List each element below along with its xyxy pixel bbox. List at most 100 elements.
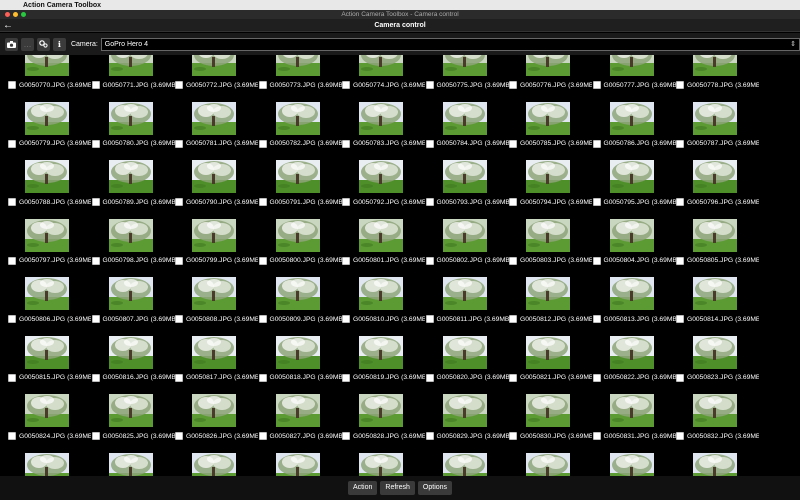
photo-thumbnail[interactable] (693, 218, 737, 252)
photo-thumbnail[interactable] (108, 160, 153, 193)
select-checkbox[interactable] (91, 256, 100, 265)
photo-item[interactable]: G0050792.JPG(3.69MB) (342, 160, 426, 219)
photo-item[interactable]: G0050813.JPG(3.69MB) (592, 277, 677, 336)
photo-item[interactable]: G0050799.JPG(3.69MB) (175, 218, 259, 278)
photo-thumbnail[interactable] (275, 452, 320, 476)
select-checkbox[interactable] (425, 198, 434, 206)
refresh-button[interactable]: Refresh (380, 481, 415, 495)
select-checkbox[interactable] (258, 256, 267, 265)
photo-item[interactable]: G0050823.JPG(3.69MB) (676, 335, 760, 395)
camera-icon[interactable] (5, 37, 18, 51)
photo-item[interactable]: G0050812.JPG(3.69MB) (509, 277, 593, 336)
photo-item[interactable]: G0050773.JPG(3.69MB) (258, 55, 343, 102)
select-checkbox[interactable] (592, 256, 601, 265)
photo-thumbnail[interactable] (442, 452, 487, 476)
photo-item[interactable]: G0050840.JPG(3.69MB) (593, 452, 677, 476)
photo-thumbnail[interactable] (609, 218, 654, 252)
photo-thumbnail[interactable] (108, 55, 153, 76)
photo-item[interactable]: G0050817.JPG(3.69MB) (175, 335, 259, 395)
select-checkbox[interactable] (509, 139, 517, 148)
photo-item[interactable]: G0050775.JPG(3.69MB) (425, 55, 510, 102)
select-checkbox[interactable] (676, 373, 684, 382)
select-checkbox[interactable] (342, 315, 350, 323)
photo-thumbnail[interactable] (526, 55, 570, 76)
select-checkbox[interactable] (342, 139, 350, 148)
photo-thumbnail[interactable] (609, 277, 654, 310)
photo-item[interactable]: G0050801.JPG(3.69MB) (342, 218, 426, 278)
photo-item[interactable]: G0050802.JPG(3.69MB) (425, 218, 510, 278)
select-checkbox[interactable] (91, 81, 100, 89)
select-checkbox[interactable] (8, 315, 16, 323)
photo-item[interactable]: G0050805.JPG(3.69MB) (676, 218, 760, 278)
photo-item[interactable]: G0050822.JPG(3.69MB) (592, 335, 677, 395)
more-icon[interactable]: … (20, 37, 34, 51)
select-checkbox[interactable] (175, 139, 183, 148)
photo-item[interactable]: G0050774.JPG(3.69MB) (342, 55, 426, 102)
select-checkbox[interactable] (8, 256, 16, 265)
photo-item[interactable]: G0050833.JPG(3.69MB) (8, 452, 92, 476)
photo-thumbnail[interactable] (108, 335, 153, 369)
select-checkbox[interactable] (509, 81, 517, 89)
photo-item[interactable]: G0050836.JPG(3.69MB) (259, 452, 343, 476)
select-checkbox[interactable] (592, 139, 601, 148)
photo-thumbnail[interactable] (526, 452, 570, 476)
photo-thumbnail[interactable] (609, 55, 654, 76)
photo-thumbnail[interactable] (442, 218, 487, 252)
photo-item[interactable]: G0050803.JPG(3.69MB) (509, 218, 593, 278)
photo-thumbnail[interactable] (108, 394, 153, 427)
select-checkbox[interactable] (425, 256, 434, 265)
photo-item[interactable]: G0050788.JPG(3.69MB) (8, 160, 92, 219)
select-checkbox[interactable] (592, 81, 601, 89)
select-checkbox[interactable] (175, 373, 183, 382)
photo-thumbnail[interactable] (442, 101, 487, 135)
photo-item[interactable]: G0050828.JPG(3.69MB) (342, 394, 426, 453)
photo-item[interactable]: G0050811.JPG(3.69MB) (425, 277, 510, 336)
select-checkbox[interactable] (258, 139, 267, 148)
photo-thumbnail[interactable] (275, 277, 320, 310)
select-checkbox[interactable] (258, 373, 267, 382)
photo-item[interactable]: G0050779.JPG(3.69MB) (8, 101, 92, 161)
photo-thumbnail[interactable] (108, 452, 153, 476)
select-checkbox[interactable] (175, 256, 183, 265)
photo-item[interactable]: G0050776.JPG(3.69MB) (509, 55, 593, 102)
photo-item[interactable]: G0050782.JPG(3.69MB) (258, 101, 343, 161)
photo-thumbnail[interactable] (25, 101, 69, 135)
select-checkbox[interactable] (676, 256, 684, 265)
select-checkbox[interactable] (425, 432, 434, 440)
photo-item[interactable]: G0050821.JPG(3.69MB) (509, 335, 593, 395)
photo-thumbnail[interactable] (693, 394, 737, 427)
photo-item[interactable]: G0050831.JPG(3.69MB) (592, 394, 677, 453)
photo-thumbnail[interactable] (442, 394, 487, 427)
select-checkbox[interactable] (592, 373, 601, 382)
photo-item[interactable]: G0050814.JPG(3.69MB) (676, 277, 760, 336)
select-checkbox[interactable] (676, 81, 684, 89)
photo-thumbnail[interactable] (526, 101, 570, 135)
photo-thumbnail[interactable] (359, 101, 403, 135)
photo-thumbnail[interactable] (192, 101, 236, 135)
photo-item[interactable]: G0050841.JPG(3.69MB) (676, 452, 760, 476)
photo-thumbnail[interactable] (609, 452, 654, 476)
photo-thumbnail[interactable] (693, 55, 737, 76)
photo-thumbnail[interactable] (192, 160, 236, 193)
photo-thumbnail[interactable] (192, 335, 236, 369)
photo-thumbnail[interactable] (25, 394, 69, 427)
photo-item[interactable]: G0050809.JPG(3.69MB) (258, 277, 343, 336)
photo-item[interactable]: G0050818.JPG(3.69MB) (258, 335, 343, 395)
photo-item[interactable]: G0050838.JPG(3.69MB) (426, 452, 510, 476)
photo-thumbnail[interactable] (192, 452, 236, 476)
photo-thumbnail[interactable] (526, 335, 570, 369)
photo-thumbnail[interactable] (526, 277, 570, 310)
photo-thumbnail[interactable] (359, 394, 403, 427)
photo-thumbnail[interactable] (609, 394, 654, 427)
photo-thumbnail[interactable] (25, 277, 69, 310)
photo-thumbnail[interactable] (359, 160, 403, 193)
photo-thumbnail[interactable] (359, 55, 403, 76)
photo-thumbnail[interactable] (192, 218, 236, 252)
photo-item[interactable]: G0050797.JPG(3.69MB) (8, 218, 92, 278)
select-checkbox[interactable] (175, 315, 183, 323)
photo-item[interactable]: G0050784.JPG(3.69MB) (425, 101, 510, 161)
select-checkbox[interactable] (175, 432, 183, 440)
select-checkbox[interactable] (342, 81, 350, 89)
photo-item[interactable]: G0050808.JPG(3.69MB) (175, 277, 259, 336)
select-checkbox[interactable] (509, 315, 517, 323)
